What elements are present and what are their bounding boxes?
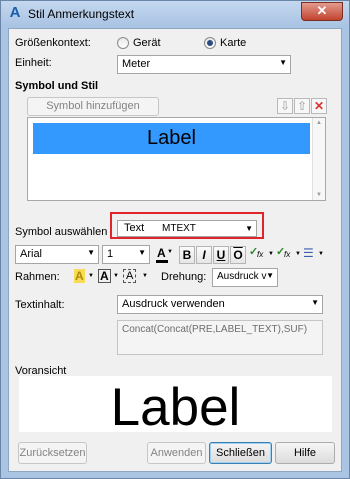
- fx-button-1[interactable]: ✓ fx ▼: [249, 246, 274, 264]
- title-bar[interactable]: A Stil Anmerkungstext ✕: [1, 1, 349, 27]
- chevron-down-icon: ▼: [279, 58, 287, 67]
- preview-area: Label: [19, 376, 332, 437]
- rotation-label: Drehung:: [161, 271, 207, 283]
- symbol-type-text: Text: [124, 222, 145, 234]
- fx-icon: fx: [257, 250, 264, 259]
- frame-label: Rahmen:: [15, 271, 60, 283]
- dialog-window: A Stil Anmerkungstext ✕ Größenkontext: G…: [0, 0, 350, 479]
- window-title: Stil Anmerkungstext: [28, 7, 135, 21]
- chevron-down-icon: ▼: [311, 298, 319, 307]
- radio-device-label[interactable]: Gerät: [133, 37, 161, 49]
- list-icon: ☰: [303, 246, 314, 260]
- expression-field[interactable]: Concat(Concat(PRE,LABEL_TEXT),SUF): [117, 320, 323, 355]
- arrow-up-icon[interactable]: ⇧: [294, 98, 310, 114]
- underline-button[interactable]: U: [213, 246, 229, 264]
- size-context-label: Größenkontext:: [15, 37, 91, 49]
- font-family-select[interactable]: Arial ▼: [15, 245, 99, 264]
- frame-a-icon: A: [98, 269, 111, 283]
- unit-select-value: Meter: [122, 58, 151, 70]
- italic-button[interactable]: I: [196, 246, 212, 264]
- preview-text: Label: [110, 378, 241, 437]
- list-item[interactable]: Label: [33, 123, 310, 154]
- chevron-down-icon: ▼: [318, 251, 324, 257]
- chevron-down-icon: ▼: [266, 271, 274, 280]
- unit-label: Einheit:: [15, 57, 52, 69]
- chevron-down-icon: ▼: [167, 249, 173, 255]
- arrow-down-icon[interactable]: ⇩: [277, 98, 293, 114]
- chevron-down-icon: ▼: [87, 248, 95, 257]
- chevron-down-icon: ▼: [88, 273, 94, 279]
- text-content-label: Textinhalt:: [15, 299, 65, 311]
- font-size-value: 1: [107, 248, 114, 260]
- help-button[interactable]: Hilfe: [275, 442, 335, 464]
- bold-button[interactable]: B: [179, 246, 195, 264]
- symbol-select-value: MTEXT: [162, 223, 196, 234]
- unit-select[interactable]: Meter ▼: [117, 55, 291, 74]
- frame-color-button[interactable]: A ▼: [72, 269, 96, 287]
- chevron-down-icon: ▼: [113, 273, 119, 279]
- scroll-up-icon[interactable]: ▲: [316, 120, 322, 126]
- radio-map-label[interactable]: Karte: [220, 37, 246, 49]
- select-symbol-label: Symbol auswählen: [15, 226, 108, 238]
- frame-style-button[interactable]: A ▼: [97, 269, 121, 287]
- add-symbol-button[interactable]: Symbol hinzufügen: [27, 97, 159, 116]
- symbol-select[interactable]: Text MTEXT ▼: [117, 220, 257, 237]
- radio-device[interactable]: [117, 37, 129, 49]
- close-window-button[interactable]: ✕: [301, 2, 343, 21]
- frame-shape-icon: A: [123, 269, 137, 283]
- text-content-select[interactable]: Ausdruck verwenden ▼: [117, 295, 323, 314]
- overline-button[interactable]: O: [230, 246, 246, 264]
- chevron-down-icon: ▼: [295, 251, 301, 257]
- fx-button-2[interactable]: ✓ fx ▼: [276, 246, 301, 264]
- delete-icon[interactable]: ✕: [311, 98, 327, 114]
- dialog-body: Größenkontext: Gerät Karte Einheit: Mete…: [8, 28, 342, 472]
- chevron-down-icon: ▼: [142, 273, 148, 279]
- text-content-value: Ausdruck verwenden: [122, 298, 225, 310]
- symbol-style-heading: Symbol und Stil: [15, 80, 99, 92]
- text-color-button[interactable]: A ▼: [155, 246, 177, 264]
- chevron-down-icon: ▼: [138, 248, 146, 257]
- symbol-list[interactable]: Label ▲ ▼: [27, 117, 326, 201]
- rotation-select-value: Ausdruck v: [217, 271, 267, 282]
- scroll-down-icon[interactable]: ▼: [316, 192, 322, 198]
- font-size-select[interactable]: 1 ▼: [102, 245, 150, 264]
- highlight-a-icon: A: [74, 269, 85, 283]
- color-a-icon: A: [157, 246, 166, 260]
- app-icon: A: [9, 4, 21, 21]
- color-bar: [156, 260, 168, 263]
- font-family-value: Arial: [20, 248, 43, 260]
- radio-map[interactable]: [204, 37, 216, 49]
- fx-icon: fx: [284, 250, 291, 259]
- frame-shape-button[interactable]: A ▼: [122, 269, 150, 287]
- chevron-down-icon: ▼: [245, 224, 253, 233]
- reset-button[interactable]: Zurücksetzen: [18, 442, 87, 464]
- apply-button[interactable]: Anwenden: [147, 442, 206, 464]
- rotation-select[interactable]: Ausdruck v ▼: [212, 268, 278, 287]
- chevron-down-icon: ▼: [268, 251, 274, 257]
- list-format-button[interactable]: ☰ ▼: [302, 246, 328, 264]
- close-button[interactable]: Schließen: [209, 442, 272, 464]
- list-scrollbar[interactable]: ▲ ▼: [312, 118, 325, 200]
